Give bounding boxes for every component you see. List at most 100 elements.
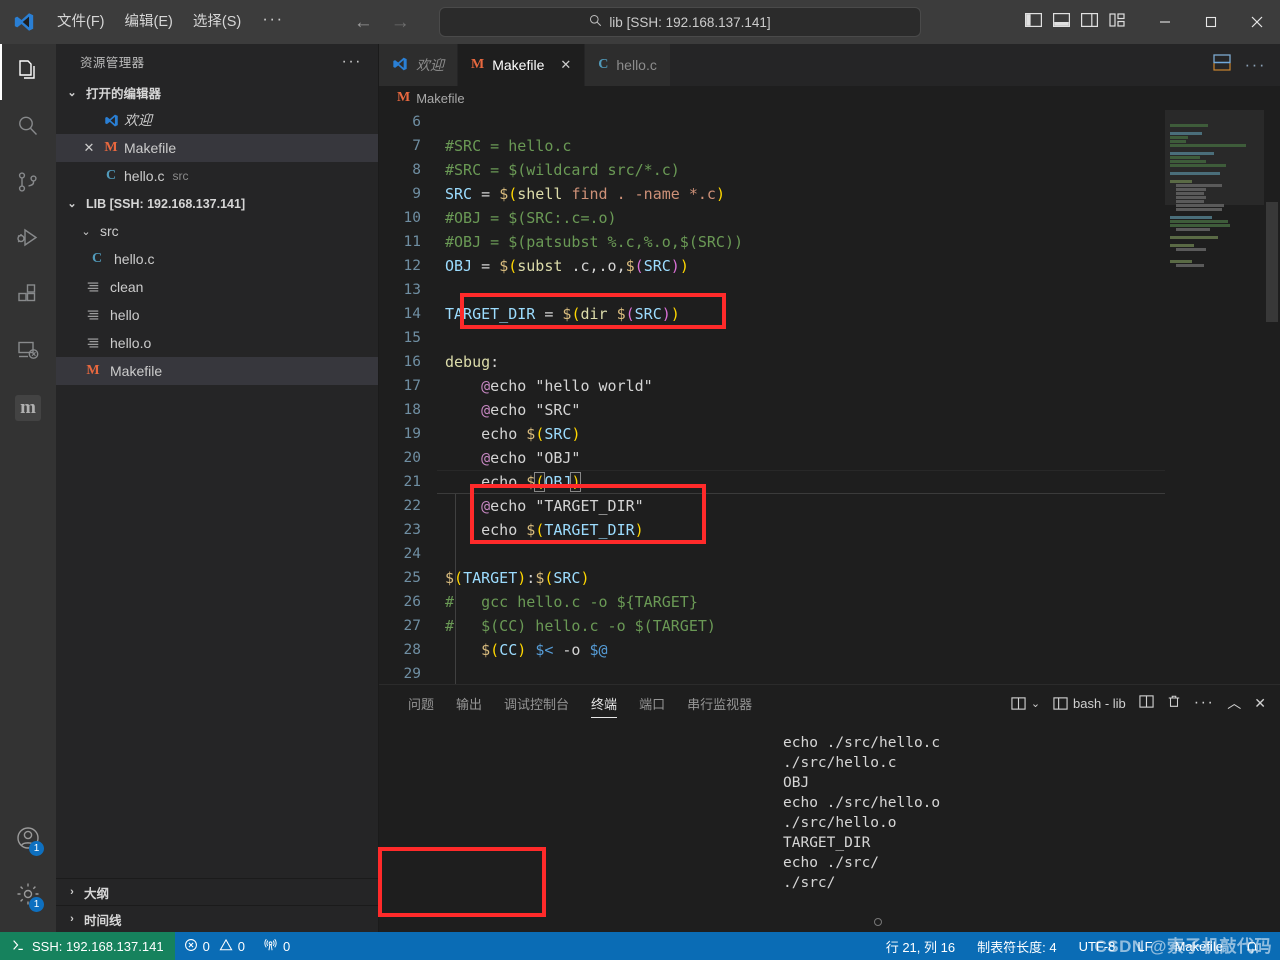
chevron-down-icon[interactable]: ⌄ (1031, 697, 1040, 710)
makefile-icon: M (397, 90, 411, 105)
tab-close-icon[interactable]: ✕ (560, 57, 571, 73)
editor-vertical-scrollbar[interactable] (1264, 110, 1280, 684)
panel-tab-serial-monitor[interactable]: 串行监视器 (676, 685, 763, 721)
activity-item-run-debug[interactable] (0, 212, 56, 268)
code-line-8: 8 #SRC = $(wildcard src/*.c) (379, 158, 1280, 182)
trash-icon[interactable] (1167, 694, 1181, 712)
minimap[interactable] (1165, 110, 1264, 684)
file-icon (82, 280, 104, 294)
menu-file[interactable]: 文件(F) (48, 8, 114, 36)
panel-tab-terminal[interactable]: 终端 (580, 685, 628, 721)
open-editor-helloc[interactable]: C hello.c src (56, 162, 378, 190)
maximize-button[interactable] (1188, 0, 1234, 44)
window-controls[interactable] (1142, 0, 1280, 44)
terminal-output[interactable]: echo ./src/hello.c ./src/hello.c OBJ ech… (0, 721, 1280, 932)
code-content[interactable]: 6 7 #SRC = hello.c 8 #SRC = $(wildcard src… (379, 110, 1280, 684)
tree-item-label: clean (110, 279, 144, 295)
menu-selection[interactable]: 选择(S) (184, 8, 250, 36)
section-workspace-root[interactable]: ⌄ LIB [SSH: 192.168.137.141] (56, 190, 378, 217)
tree-item-hello[interactable]: hello (56, 301, 378, 329)
open-editor-makefile[interactable]: ✕ M Makefile (56, 134, 378, 162)
back-icon[interactable]: ← (354, 13, 373, 32)
customize-layout-icon[interactable] (1109, 12, 1126, 33)
tab-hello-c[interactable]: C hello.c (585, 44, 671, 86)
command-center-search[interactable]: lib [SSH: 192.168.137.141] (439, 7, 921, 37)
breadcrumb[interactable]: M Makefile (379, 86, 1280, 110)
tree-item-label: hello.c (114, 251, 155, 267)
activity-item-remote-explorer[interactable] (0, 324, 56, 380)
activity-item-extensions[interactable] (0, 268, 56, 324)
launch-profile-dropdown[interactable]: ⌄ (1011, 696, 1040, 711)
makefile-icon: M (86, 363, 100, 378)
panel-tab-debug-console[interactable]: 调试控制台 (493, 685, 580, 721)
toggle-primary-sidebar-icon[interactable] (1025, 12, 1043, 33)
status-ports-forwarded[interactable]: 0 (254, 932, 299, 960)
minimize-button[interactable] (1142, 0, 1188, 44)
toggle-panel-icon[interactable] (1053, 12, 1071, 33)
line-number: 14 (403, 306, 421, 322)
activity-item-source-control[interactable] (0, 156, 56, 212)
navigation-controls[interactable]: ← → (354, 13, 410, 32)
split-terminal-icon[interactable] (1139, 694, 1154, 712)
split-editor-icon[interactable] (1212, 54, 1231, 76)
panel-tab-output[interactable]: 输出 (445, 685, 493, 721)
line-number: 9 (412, 186, 421, 202)
workspace-root-label: LIB [SSH: 192.168.137.141] (86, 196, 246, 211)
menu-more[interactable]: ··· (252, 9, 293, 35)
status-cursor-position[interactable]: 行 21, 列 16 (875, 932, 966, 960)
forward-icon[interactable]: → (391, 13, 410, 32)
activity-item-search[interactable] (0, 100, 56, 156)
editor-tabs-bar: 欢迎 M Makefile ✕ C hello.c ··· (379, 44, 1280, 86)
close-panel-icon[interactable]: ✕ (1254, 695, 1266, 712)
code-line-12: 12 OBJ = $(subst .c,.o,$(SRC)) (379, 254, 1280, 278)
editor-scrollbar-thumb[interactable] (1266, 202, 1278, 322)
line-number: 16 (403, 354, 421, 370)
tree-item-clean[interactable]: clean (56, 273, 378, 301)
minimap-lines (1170, 120, 1260, 268)
layout-controls[interactable] (1025, 12, 1126, 33)
open-editor-label: Makefile (124, 140, 177, 156)
toggle-secondary-sidebar-icon[interactable] (1081, 12, 1099, 33)
section-open-editors[interactable]: ⌄ 打开的编辑器 (56, 79, 378, 106)
panel-tab-ports[interactable]: 端口 (628, 685, 676, 721)
terminal-instance-bash-lib[interactable]: bash - lib (1053, 696, 1126, 711)
chevron-up-icon[interactable]: ︿ (1227, 693, 1241, 713)
terminal-line: ./src/hello.o (783, 815, 897, 831)
more-actions-icon[interactable]: ··· (1245, 55, 1266, 75)
code-line-28: 28 $(CC) $< -o $@ (379, 638, 1280, 662)
sidebar-more-actions-icon[interactable]: ··· (342, 53, 362, 71)
panel-tab-problems[interactable]: 问题 (397, 685, 445, 721)
code-line-18: 18 @echo "SRC" (379, 398, 1280, 422)
status-remote-indicator[interactable]: SSH: 192.168.137.141 (0, 932, 175, 960)
activity-item-explorer[interactable] (0, 44, 56, 100)
menu-edit[interactable]: 编辑(E) (116, 8, 182, 36)
tabs-filler (670, 44, 1199, 86)
tree-item-hello-c[interactable]: C hello.c (56, 245, 378, 273)
command-center-text: lib [SSH: 192.168.137.141] (609, 14, 771, 30)
close-icon[interactable]: ✕ (78, 140, 100, 156)
close-button[interactable] (1234, 0, 1280, 44)
status-language-mode[interactable]: Makefile (1164, 932, 1234, 960)
status-eol[interactable]: LF (1126, 932, 1163, 960)
tree-item-label: src (100, 223, 119, 239)
bell-icon[interactable] (1234, 932, 1270, 960)
line-number: 23 (403, 522, 421, 538)
code-editor[interactable]: 6 7 #SRC = hello.c 8 #SRC = $(wildcard src… (379, 110, 1280, 684)
tree-item-makefile[interactable]: M Makefile (56, 357, 378, 385)
tab-welcome[interactable]: 欢迎 (379, 44, 458, 86)
menu-bar[interactable]: 文件(F) 编辑(E) 选择(S) ··· (48, 8, 294, 36)
tab-makefile[interactable]: M Makefile ✕ (458, 44, 586, 86)
line-number: 24 (403, 546, 421, 562)
tree-item-src[interactable]: ⌄ src (56, 217, 378, 245)
command-status-icon (873, 918, 882, 926)
terminal-prompt-line[interactable]: pi@raspberrypi:~/lib $ (379, 893, 1280, 926)
panel-more-actions-icon[interactable]: ··· (1194, 694, 1214, 712)
status-problems[interactable]: 0 0 (175, 932, 254, 960)
status-encoding[interactable]: UTF-8 (1068, 932, 1127, 960)
line-number: 27 (403, 618, 421, 634)
line-number: 19 (403, 426, 421, 442)
activity-item-makefile-tools[interactable]: m (0, 380, 56, 436)
status-indentation[interactable]: 制表符长度: 4 (966, 932, 1067, 960)
open-editor-welcome[interactable]: 欢迎 (56, 106, 378, 134)
tree-item-hello-o[interactable]: hello.o (56, 329, 378, 357)
